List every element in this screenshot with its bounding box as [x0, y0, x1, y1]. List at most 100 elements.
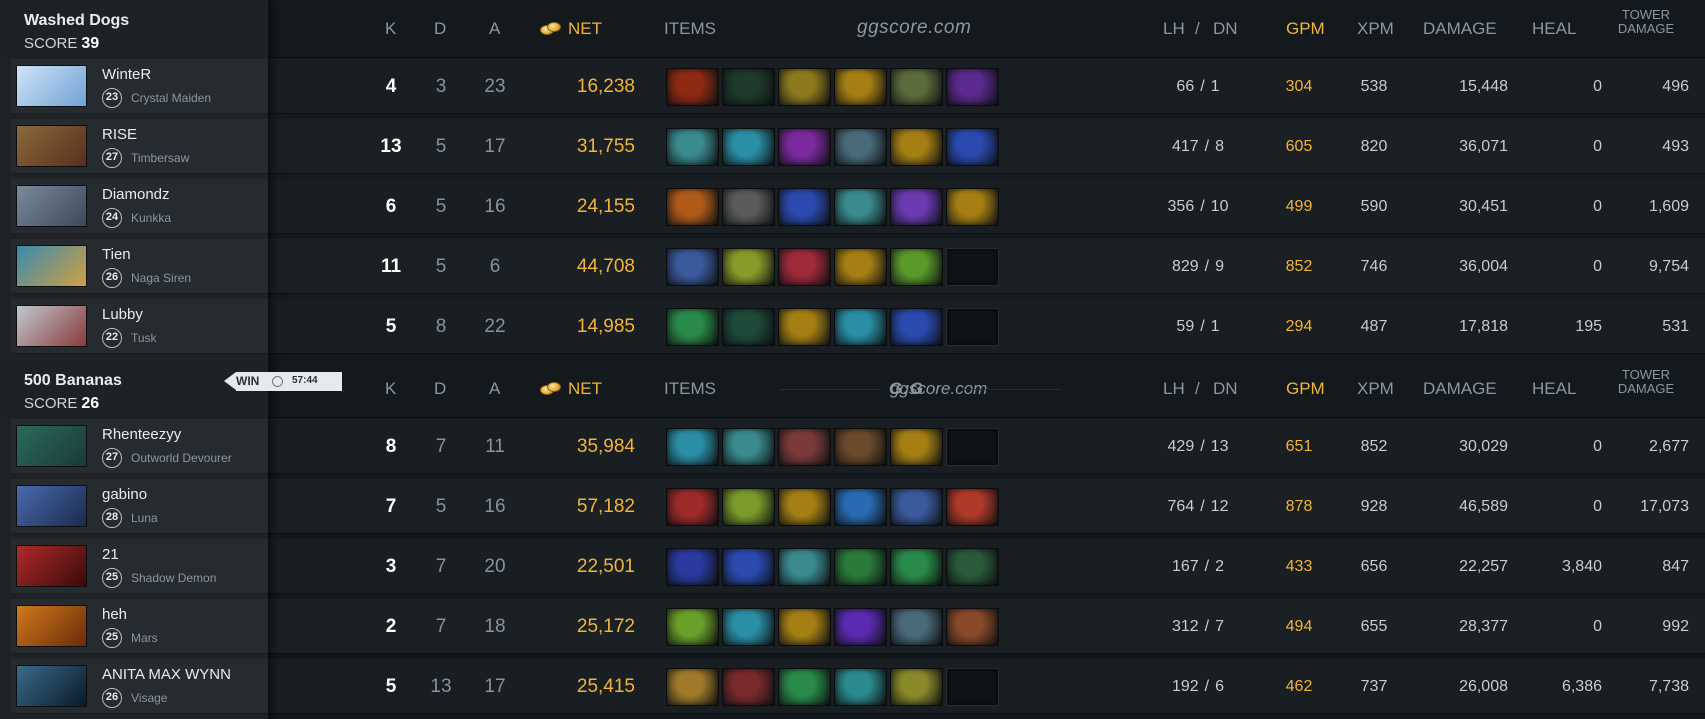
hero-portrait[interactable] [16, 485, 87, 527]
assists-value: 6 [489, 256, 501, 277]
item-icon[interactable] [666, 488, 719, 526]
hero-portrait[interactable] [16, 125, 87, 167]
hero-portrait[interactable] [16, 665, 87, 707]
item-icon[interactable] [946, 548, 999, 586]
denies-value: 10 [1210, 198, 1229, 215]
hero-portrait[interactable] [16, 305, 87, 347]
item-icon[interactable] [722, 188, 775, 226]
player-card[interactable]: Diamondz 24 Kunkka [11, 179, 268, 234]
item-icon[interactable] [666, 668, 719, 706]
item-icon[interactable] [666, 248, 719, 286]
item-icon[interactable] [778, 248, 831, 286]
player-name[interactable]: gabino [102, 486, 147, 503]
player-card[interactable]: Tien 26 Naga Siren [11, 239, 268, 294]
item-icon[interactable] [722, 68, 775, 106]
col-gpm: GPM [1286, 19, 1325, 38]
item-icon[interactable] [946, 488, 999, 526]
player-card[interactable]: WinteR 23 Crystal Maiden [11, 59, 268, 114]
item-icon[interactable] [666, 68, 719, 106]
item-icon[interactable] [778, 68, 831, 106]
hero-level-badge: 27 [102, 448, 122, 468]
player-name[interactable]: ANITA MAX WYNN [102, 666, 231, 683]
empty-item-slot[interactable] [946, 308, 999, 346]
empty-item-slot[interactable] [946, 248, 999, 286]
item-icon[interactable] [834, 128, 887, 166]
item-icon[interactable] [666, 128, 719, 166]
kills-value: 6 [385, 196, 397, 217]
item-icon[interactable] [834, 68, 887, 106]
player-name[interactable]: Lubby [102, 306, 143, 323]
item-icon[interactable] [834, 188, 887, 226]
item-icon[interactable] [834, 488, 887, 526]
last-hits-denies: 312 / 7 [1138, 618, 1258, 636]
item-icon[interactable] [778, 668, 831, 706]
item-icon[interactable] [722, 608, 775, 646]
item-icon[interactable] [666, 188, 719, 226]
item-icon[interactable] [834, 608, 887, 646]
item-icon[interactable] [890, 668, 943, 706]
item-icon[interactable] [778, 608, 831, 646]
item-icon[interactable] [722, 128, 775, 166]
item-icon[interactable] [666, 548, 719, 586]
item-icon[interactable] [778, 428, 831, 466]
net-worth-value: 35,984 [576, 436, 635, 457]
item-icon[interactable] [722, 548, 775, 586]
item-icon[interactable] [666, 608, 719, 646]
player-name[interactable]: heh [102, 606, 127, 623]
item-icon[interactable] [834, 668, 887, 706]
item-icon[interactable] [890, 308, 943, 346]
item-icon[interactable] [834, 428, 887, 466]
player-card[interactable]: RISE 27 Timbersaw [11, 119, 268, 174]
item-icon[interactable] [834, 548, 887, 586]
item-icon[interactable] [834, 248, 887, 286]
item-icon[interactable] [946, 608, 999, 646]
item-icon[interactable] [890, 248, 943, 286]
item-icon[interactable] [778, 128, 831, 166]
player-name[interactable]: RISE [102, 126, 137, 143]
item-icon[interactable] [890, 488, 943, 526]
item-icon[interactable] [890, 128, 943, 166]
player-name[interactable]: Tien [102, 246, 131, 263]
item-icon[interactable] [890, 548, 943, 586]
player-name[interactable]: WinteR [102, 66, 151, 83]
item-icon[interactable] [722, 248, 775, 286]
item-icon[interactable] [722, 428, 775, 466]
empty-item-slot[interactable] [946, 428, 999, 466]
item-icon[interactable] [890, 68, 943, 106]
item-icon[interactable] [890, 188, 943, 226]
item-icon[interactable] [834, 308, 887, 346]
player-card[interactable]: gabino 28 Luna [11, 479, 268, 534]
player-name[interactable]: 21 [102, 546, 119, 563]
item-icon[interactable] [890, 428, 943, 466]
player-card[interactable]: Lubby 22 Tusk [11, 299, 268, 354]
player-name[interactable]: Rhenteezyy [102, 426, 181, 443]
denies-value: 9 [1215, 258, 1225, 275]
item-icon[interactable] [946, 128, 999, 166]
player-card[interactable]: heh 25 Mars [11, 599, 268, 654]
item-icon[interactable] [778, 548, 831, 586]
hero-portrait[interactable] [16, 425, 87, 467]
item-icon[interactable] [722, 488, 775, 526]
hero-portrait[interactable] [16, 185, 87, 227]
item-icon[interactable] [778, 488, 831, 526]
heal-value: 0 [1593, 138, 1602, 155]
item-icon[interactable] [778, 188, 831, 226]
item-icon[interactable] [722, 308, 775, 346]
hero-portrait[interactable] [16, 65, 87, 107]
player-card[interactable]: 21 25 Shadow Demon [11, 539, 268, 594]
item-icon[interactable] [946, 188, 999, 226]
item-icon[interactable] [890, 608, 943, 646]
player-card[interactable]: ANITA MAX WYNN 26 Visage [11, 659, 268, 714]
item-icon[interactable] [666, 308, 719, 346]
hero-portrait[interactable] [16, 245, 87, 287]
hero-portrait[interactable] [16, 545, 87, 587]
empty-item-slot[interactable] [946, 668, 999, 706]
item-icon[interactable] [722, 668, 775, 706]
player-card[interactable]: Rhenteezyy 27 Outworld Devourer [11, 419, 268, 474]
player-name[interactable]: Diamondz [102, 186, 170, 203]
item-icon[interactable] [946, 68, 999, 106]
hero-portrait[interactable] [16, 605, 87, 647]
item-icon[interactable] [666, 428, 719, 466]
item-icon[interactable] [778, 308, 831, 346]
col-lh: LH [1163, 19, 1185, 38]
